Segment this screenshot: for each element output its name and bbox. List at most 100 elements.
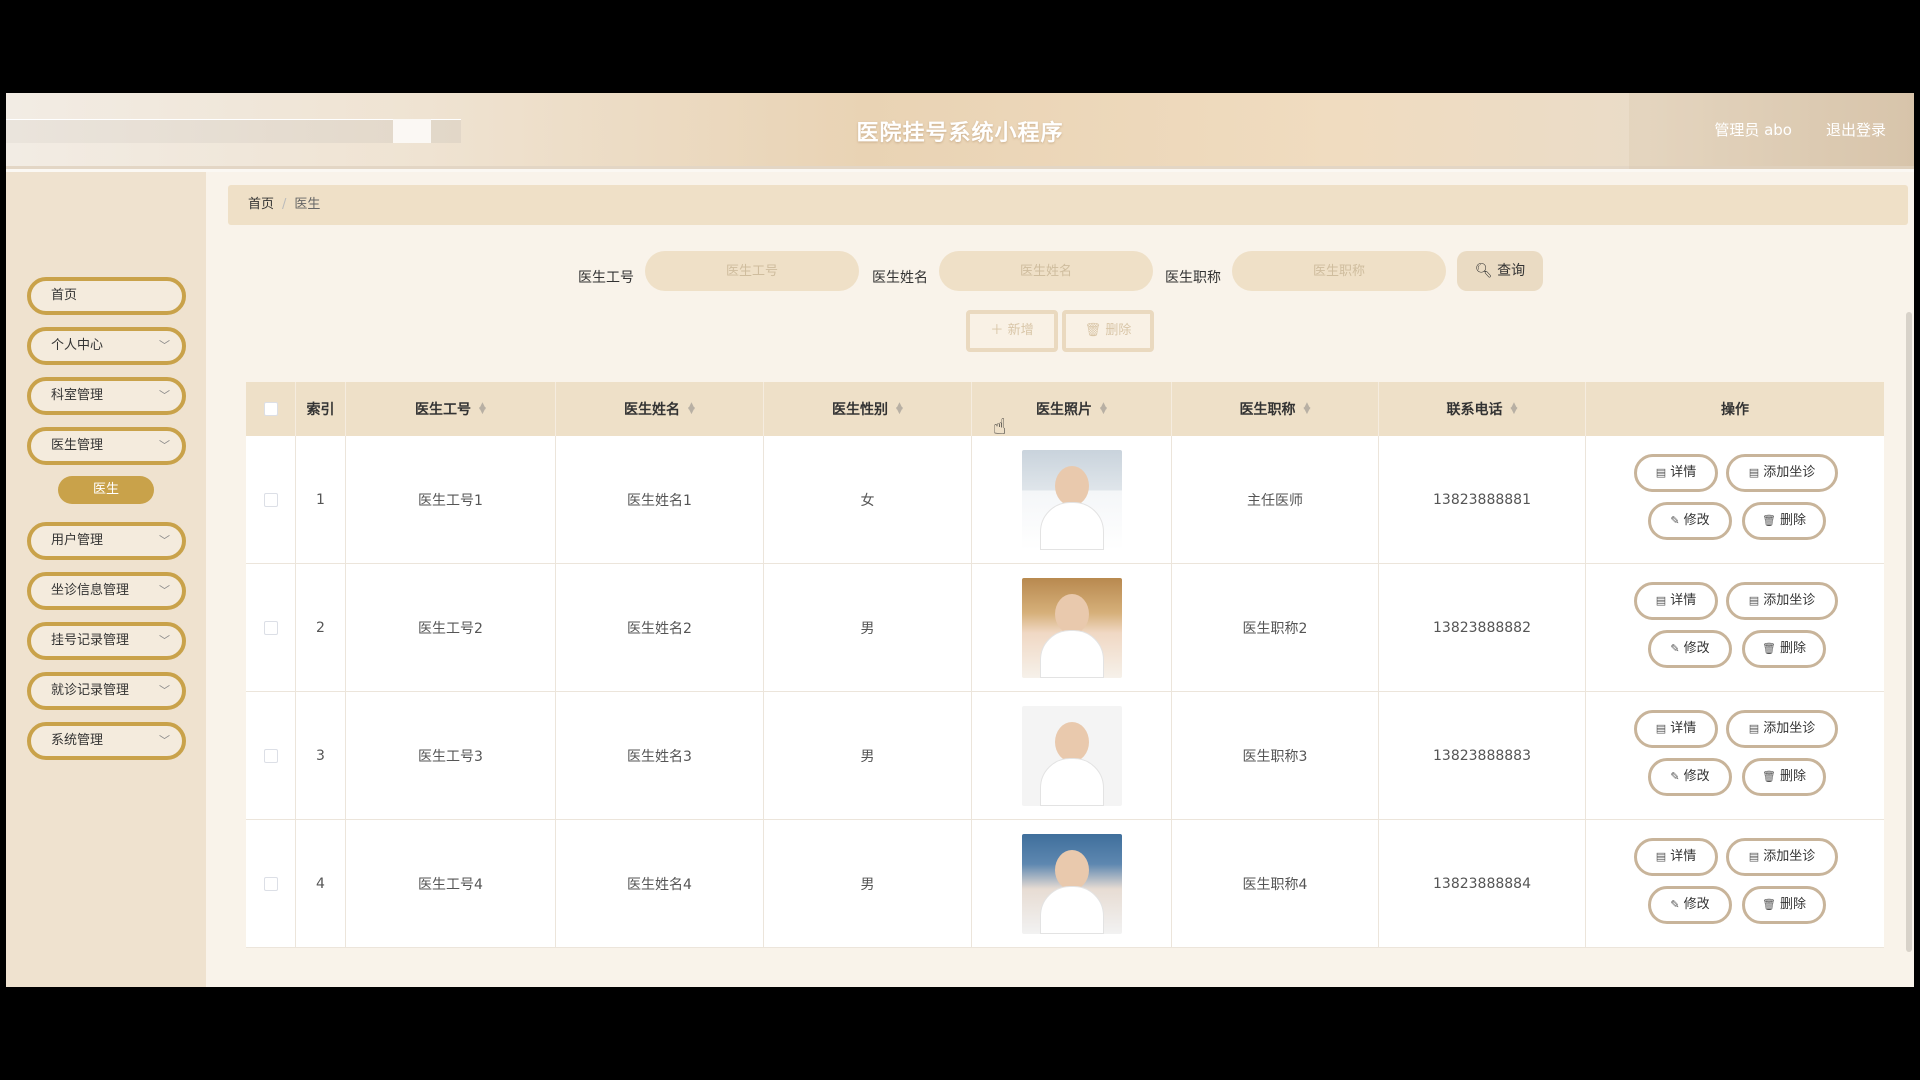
select-all-checkbox[interactable]: [263, 402, 278, 416]
add-schedule-button[interactable]: ▤ 添加坐诊: [1726, 454, 1838, 492]
column-header-name[interactable]: 医生姓名 ▲ ▼: [556, 382, 764, 436]
column-label: 医生性别: [832, 402, 889, 418]
sidebar-item-personal-center[interactable]: 个人中心 ﹀: [27, 327, 186, 365]
column-header-phone[interactable]: 联系电话 ▲ ▼: [1379, 382, 1586, 436]
search-input-id[interactable]: [645, 251, 859, 291]
add-schedule-label: 添加坐诊: [1763, 849, 1816, 864]
column-header-id[interactable]: 医生工号 ▲ ▼: [346, 382, 556, 436]
sort-icon[interactable]: ▲ ▼: [688, 402, 695, 416]
sidebar-item-home[interactable]: 首页: [27, 277, 186, 315]
sort-icon[interactable]: ▲ ▼: [1511, 402, 1518, 416]
photo-coat: [1039, 629, 1104, 678]
table-row: 3 医生工号3 医生姓名3 男医生职称3 13823888883 ▤ 详情 ▤ 添加坐诊 ✎ 修改 🗑…: [246, 692, 1884, 820]
sidebar-item-system[interactable]: 系统管理 ﹀: [27, 722, 186, 760]
sidebar-item-label: 坐诊信息管理: [51, 583, 130, 598]
row-select-cell: [246, 436, 296, 563]
add-schedule-label: 添加坐诊: [1763, 465, 1816, 480]
vertical-scrollbar[interactable]: [1906, 312, 1912, 952]
table-row: 1 医生工号1 医生姓名1 女主任医师 13823888881 ▤ 详情 ▤ 添加坐诊 ✎ 修改 🗑︎…: [246, 436, 1884, 564]
cell-actions: ▤ 详情 ▤ 添加坐诊 ✎ 修改 🗑︎ 删除: [1586, 820, 1884, 947]
column-header-title[interactable]: 医生职称 ▲ ▼: [1172, 382, 1379, 436]
sort-icon[interactable]: ▲ ▼: [896, 402, 903, 416]
sidebar-item-label: 系统管理: [51, 733, 104, 748]
row-checkbox[interactable]: [263, 876, 278, 891]
delete-label: 删除: [1779, 641, 1806, 656]
cell-index: 4: [296, 820, 346, 947]
edit-button[interactable]: ✎ 修改: [1648, 630, 1732, 668]
add-button[interactable]: ＋ 新增: [966, 310, 1058, 352]
trash-icon: 🗑︎: [1084, 323, 1106, 338]
batch-delete-button[interactable]: 🗑︎ 删除: [1062, 310, 1154, 352]
sidebar-item-visits[interactable]: 就诊记录管理 ﹀: [27, 672, 186, 710]
detail-button[interactable]: ▤ 详情: [1634, 582, 1718, 620]
detail-label: 详情: [1670, 465, 1697, 480]
breadcrumb-home[interactable]: 首页: [248, 197, 274, 212]
cell-gender: 女: [764, 436, 972, 563]
sidebar-item-registration[interactable]: 挂号记录管理 ﹀: [27, 622, 186, 660]
doctor-photo[interactable]: [1021, 577, 1122, 678]
delete-button[interactable]: 🗑︎ 删除: [1742, 502, 1826, 540]
add-schedule-button[interactable]: ▤ 添加坐诊: [1726, 582, 1838, 620]
column-header-gender[interactable]: 医生性别 ▲ ▼: [764, 382, 972, 436]
sidebar-subitem-doctor[interactable]: 医生: [58, 476, 154, 504]
add-schedule-button[interactable]: ▤ 添加坐诊: [1726, 838, 1838, 876]
sort-icon[interactable]: ▲ ▼: [1304, 402, 1311, 416]
trash-icon: 🗑︎: [1762, 770, 1776, 783]
delete-button[interactable]: 🗑︎ 删除: [1742, 630, 1826, 668]
app-window: 医院挂号系统小程序 管理员 abo 退出登录 首页 个人中心 ﹀ 科室管理 ﹀ 医生…: [6, 93, 1914, 987]
chevron-down-icon: ﹀: [159, 684, 170, 697]
doctor-photo[interactable]: [1021, 449, 1122, 550]
edit-button[interactable]: ✎ 修改: [1648, 758, 1732, 796]
cell-index: 1: [296, 436, 346, 563]
delete-button[interactable]: 🗑︎ 删除: [1742, 886, 1826, 924]
cell-actions: ▤ 详情 ▤ 添加坐诊 ✎ 修改 🗑︎ 删除: [1586, 564, 1884, 691]
add-schedule-button[interactable]: ▤ 添加坐诊: [1726, 710, 1838, 748]
trash-icon: 🗑︎: [1762, 514, 1776, 527]
edit-button[interactable]: ✎ 修改: [1648, 886, 1732, 924]
doctor-photo[interactable]: [1021, 833, 1122, 934]
add-schedule-label: 添加坐诊: [1763, 721, 1816, 736]
logout-link[interactable]: 退出登录: [1826, 119, 1886, 140]
detail-button[interactable]: ▤ 详情: [1634, 454, 1718, 492]
table-row: 4 医生工号4 医生姓名4 男医生职称4 13823888884 ▤ 详情 ▤ 添加坐诊 ✎ 修改 🗑…: [246, 820, 1884, 948]
photo-coat: [1039, 885, 1104, 934]
photo-face: [1054, 593, 1089, 634]
document-icon: ▤: [1655, 722, 1667, 735]
sidebar-item-doctor[interactable]: 医生管理 ﹀: [27, 427, 186, 465]
delete-button[interactable]: 🗑︎ 删除: [1742, 758, 1826, 796]
column-label: 医生职称: [1239, 402, 1296, 418]
detail-button[interactable]: ▤ 详情: [1634, 838, 1718, 876]
plus-icon: ＋: [990, 323, 1008, 338]
row-checkbox[interactable]: [263, 748, 278, 763]
row-actions: ▤ 详情 ▤ 添加坐诊 ✎ 修改 🗑︎ 删除: [1586, 564, 1884, 691]
sidebar-item-users[interactable]: 用户管理 ﹀: [27, 522, 186, 560]
column-label: 医生姓名: [624, 402, 681, 418]
photo-face: [1054, 465, 1089, 506]
sort-icon[interactable]: ▲ ▼: [1100, 402, 1107, 416]
cell-photo: [972, 564, 1172, 691]
doctor-photo[interactable]: [1021, 705, 1122, 806]
row-checkbox[interactable]: [263, 492, 278, 507]
sidebar-item-schedule[interactable]: 坐诊信息管理 ﹀: [27, 572, 186, 610]
sidebar-item-department[interactable]: 科室管理 ﹀: [27, 377, 186, 415]
sidebar-item-label: 科室管理: [51, 388, 104, 403]
row-checkbox[interactable]: [263, 620, 278, 635]
cell-gender: 男: [764, 564, 972, 691]
query-button-label: 查询: [1497, 263, 1526, 279]
detail-label: 详情: [1670, 593, 1697, 608]
column-label: 操作: [1721, 402, 1749, 418]
search-label-id: 医生工号: [578, 270, 634, 286]
photo-face: [1054, 849, 1089, 890]
cell-index: 3: [296, 692, 346, 819]
chevron-down-icon: ﹀: [159, 534, 170, 547]
edit-icon: ✎: [1670, 642, 1680, 655]
sort-icon[interactable]: ▲ ▼: [479, 402, 486, 416]
detail-button[interactable]: ▤ 详情: [1634, 710, 1718, 748]
search-input-title[interactable]: [1232, 251, 1446, 291]
edit-icon: ✎: [1670, 514, 1680, 527]
detail-label: 详情: [1670, 721, 1697, 736]
query-button[interactable]: 🔍︎ 查询: [1457, 251, 1543, 291]
edit-button[interactable]: ✎ 修改: [1648, 502, 1732, 540]
sidebar-item-label: 挂号记录管理: [51, 633, 130, 648]
search-input-name[interactable]: [939, 251, 1153, 291]
